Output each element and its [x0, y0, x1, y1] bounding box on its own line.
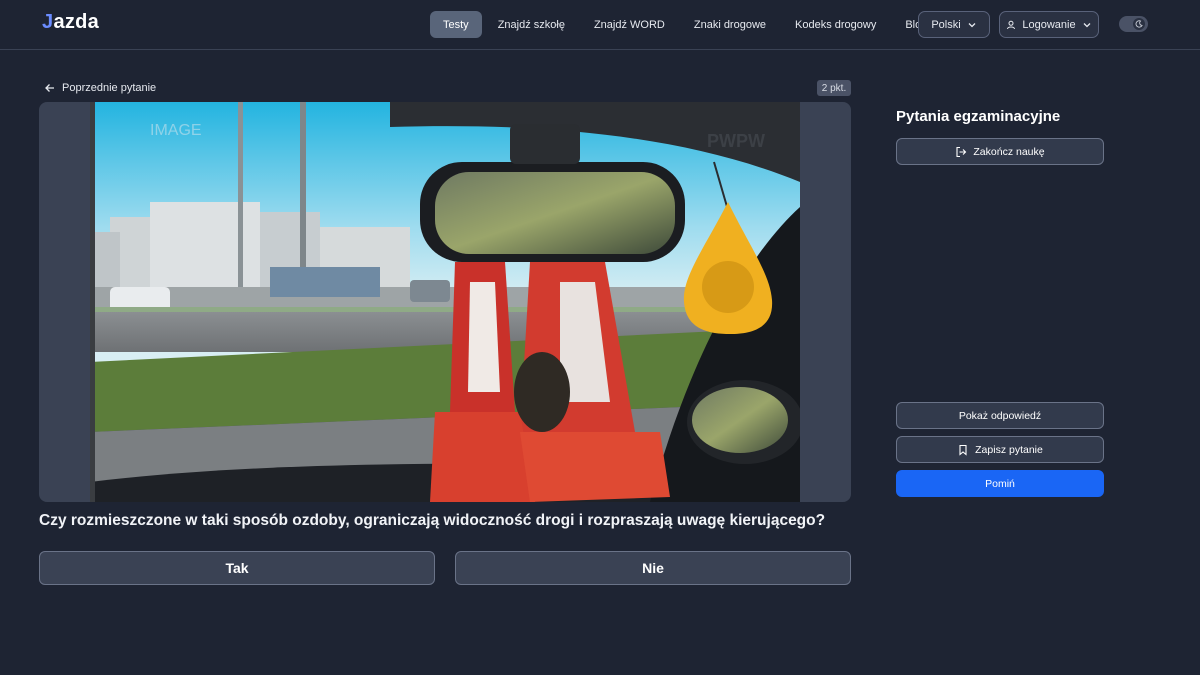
- language-label: Polski: [931, 18, 961, 31]
- logo-letter: J: [42, 11, 54, 33]
- nav-find-word[interactable]: Znajdź WORD: [581, 11, 678, 38]
- save-question-label: Zapisz pytanie: [975, 443, 1043, 456]
- logout-icon: [956, 146, 967, 157]
- answer-yes-button[interactable]: Tak: [39, 551, 435, 585]
- points-badge: 2 pkt.: [817, 80, 851, 96]
- user-icon: [1007, 20, 1016, 29]
- save-question-button[interactable]: Zapisz pytanie: [896, 436, 1104, 463]
- question-text: Czy rozmieszczone w taki sposób ozdoby, …: [39, 512, 826, 529]
- logo[interactable]: Jazda: [42, 11, 99, 34]
- logo-text: azda: [53, 11, 100, 33]
- moon-icon: [1133, 18, 1145, 30]
- bookmark-icon: [959, 444, 967, 456]
- question-photo: PWPW IMAGE: [90, 102, 800, 502]
- login-dropdown[interactable]: Logowanie: [999, 11, 1099, 38]
- answer-no-button[interactable]: Nie: [455, 551, 851, 585]
- chevron-down-icon: [968, 22, 976, 27]
- watermark-left: IMAGE: [150, 122, 202, 139]
- nav-road-signs[interactable]: Znaki drogowe: [681, 11, 779, 38]
- skip-button[interactable]: Pomiń: [896, 470, 1104, 497]
- previous-question-link[interactable]: Poprzednie pytanie: [44, 80, 156, 96]
- show-answer-label: Pokaż odpowiedź: [958, 409, 1042, 422]
- theme-toggle[interactable]: [1119, 16, 1148, 32]
- nav-tests[interactable]: Testy: [430, 11, 482, 38]
- nav-traffic-code[interactable]: Kodeks drogowy: [782, 11, 889, 38]
- top-navbar: Jazda Testy Znajdź szkołę Znajdź WORD Zn…: [0, 0, 1200, 50]
- login-label: Logowanie: [1022, 18, 1076, 31]
- end-learning-button[interactable]: Zakończ naukę: [896, 138, 1104, 165]
- end-learning-label: Zakończ naukę: [973, 145, 1045, 158]
- nav-find-school[interactable]: Znajdź szkołę: [485, 11, 578, 38]
- main-nav: Testy Znajdź szkołę Znajdź WORD Znaki dr…: [430, 11, 943, 38]
- show-answer-button[interactable]: Pokaż odpowiedź: [896, 402, 1104, 429]
- skip-label: Pomiń: [985, 477, 1015, 490]
- chevron-down-icon: [1083, 22, 1091, 27]
- sidebar-title: Pytania egzaminacyjne: [896, 108, 1061, 125]
- question-media: PWPW IMAGE: [39, 102, 851, 502]
- watermark-right: PWPW: [707, 131, 765, 151]
- arrow-left-icon: [45, 84, 54, 92]
- previous-question-label: Poprzednie pytanie: [62, 82, 157, 94]
- language-dropdown[interactable]: Polski: [918, 11, 990, 38]
